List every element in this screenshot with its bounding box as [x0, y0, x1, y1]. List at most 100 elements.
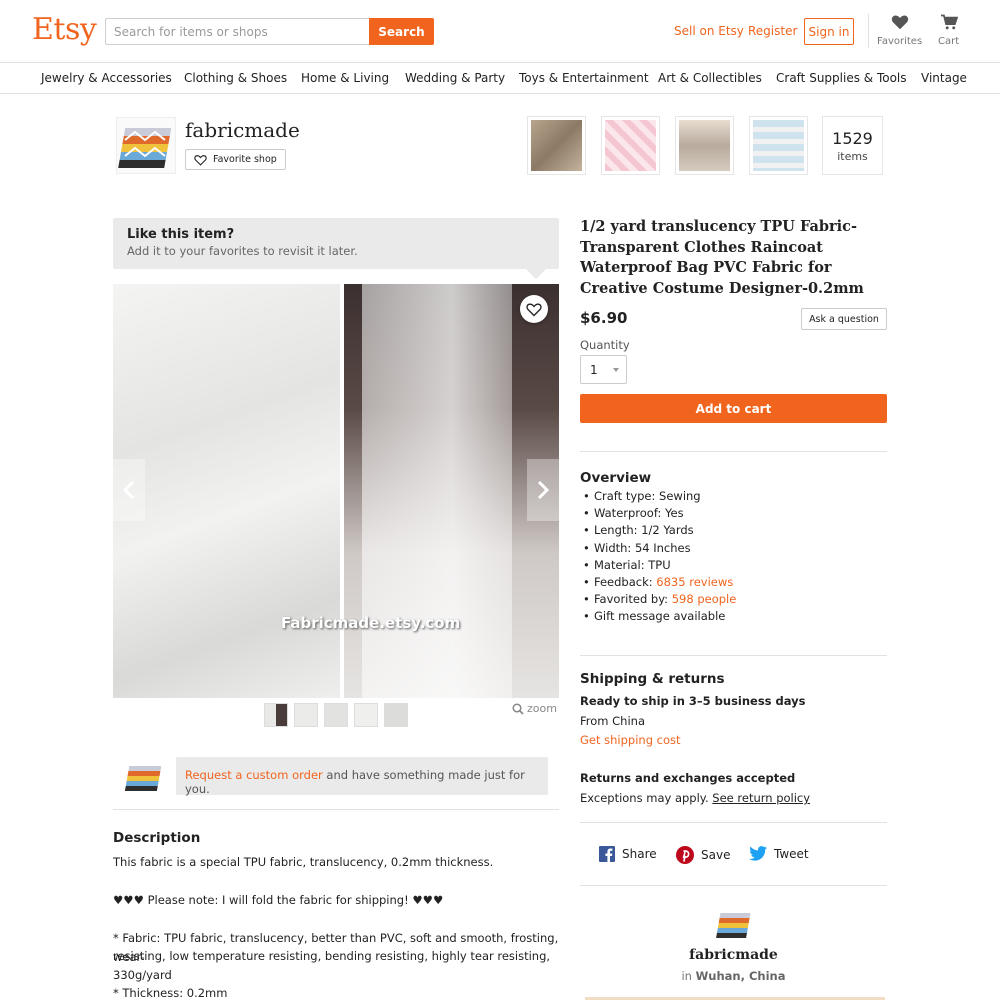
- overview-favorited: Favorited by: 598 people: [583, 591, 883, 608]
- overview-width: Width: 54 Inches: [583, 540, 883, 557]
- category-craft[interactable]: Craft Supplies & Tools: [776, 71, 907, 85]
- return-exceptions: Exceptions may apply. See return policy: [580, 791, 810, 805]
- shop-items-count[interactable]: 1529 items: [822, 116, 883, 175]
- shop-thumbnail-2[interactable]: [601, 116, 660, 175]
- thumbnail-image: [605, 120, 656, 171]
- heart-outline-icon: [194, 154, 207, 166]
- site-header: Etsy Search Sell on Etsy Register Sign i…: [0, 0, 1000, 63]
- category-clothing[interactable]: Clothing & Shoes: [184, 71, 287, 85]
- ask-a-question-button[interactable]: Ask a question: [801, 308, 887, 330]
- divider: [580, 885, 887, 886]
- category-toys[interactable]: Toys & Entertainment: [519, 71, 649, 85]
- overview-waterproof: Waterproof: Yes: [583, 505, 883, 522]
- ready-to-ship: Ready to ship in 3–5 business days: [580, 694, 806, 708]
- chevron-down-icon: [613, 368, 619, 372]
- previous-image-button[interactable]: [113, 459, 145, 521]
- get-shipping-cost-link[interactable]: Get shipping cost: [580, 733, 681, 747]
- cart-button[interactable]: Cart: [938, 14, 959, 47]
- description-line: 330g/yard: [113, 968, 172, 982]
- divider: [580, 655, 887, 656]
- return-policy-link[interactable]: See return policy: [712, 791, 810, 805]
- category-home[interactable]: Home & Living: [301, 71, 389, 85]
- shop-location: in Wuhan, China: [580, 969, 887, 983]
- shop-thumbnail-4[interactable]: [749, 116, 808, 175]
- overview-material: Material: TPU: [583, 557, 883, 574]
- divider: [580, 451, 887, 452]
- save-label: Save: [701, 848, 731, 862]
- category-art[interactable]: Art & Collectibles: [658, 71, 762, 85]
- twitter-icon: [749, 846, 767, 861]
- category-jewelry[interactable]: Jewelry & Accessories: [41, 71, 172, 85]
- items-count: 1529: [832, 129, 873, 148]
- quantity-value: 1: [590, 363, 598, 377]
- image-thumbnail[interactable]: [264, 703, 288, 727]
- footer-shop-name[interactable]: fabricmade: [580, 947, 887, 963]
- add-to-cart-button[interactable]: Add to cart: [580, 394, 887, 423]
- favorited-people-link[interactable]: 598 people: [672, 592, 737, 606]
- thumbnail-image: [679, 120, 730, 171]
- description-line: * Thickness: 0.2mm: [113, 986, 228, 1000]
- feedback-label: Feedback:: [594, 575, 657, 590]
- location-prefix: in: [681, 969, 696, 983]
- zoom-button[interactable]: zoom: [512, 702, 557, 715]
- tweet-button[interactable]: Tweet: [749, 846, 809, 861]
- category-wedding[interactable]: Wedding & Party: [405, 71, 505, 85]
- image-thumbnail[interactable]: [294, 703, 318, 727]
- fabric-photo: [113, 284, 340, 698]
- divider: [580, 822, 887, 823]
- chevron-left-icon: [122, 480, 135, 500]
- zoom-label: zoom: [527, 702, 557, 715]
- overview-title: Overview: [580, 470, 652, 486]
- etsy-logo[interactable]: Etsy: [32, 12, 97, 47]
- share-button[interactable]: Share: [599, 846, 657, 862]
- like-box-pointer: [526, 269, 546, 279]
- cart-icon: [940, 14, 958, 30]
- overview-list: Craft type: Sewing Waterproof: Yes Lengt…: [583, 488, 883, 626]
- shop-thumbnail-1[interactable]: [527, 116, 586, 175]
- description-line: This fabric is a special TPU fabric, tra…: [113, 855, 494, 869]
- chevron-right-icon: [537, 480, 550, 500]
- shop-name[interactable]: fabricmade: [185, 118, 300, 142]
- shop-logo-image: [124, 766, 162, 791]
- sign-in-button[interactable]: Sign in: [804, 18, 854, 45]
- search-button[interactable]: Search: [369, 18, 434, 45]
- tweet-label: Tweet: [774, 846, 809, 861]
- shop-logo-small[interactable]: [715, 910, 753, 942]
- search-input[interactable]: [105, 18, 369, 45]
- next-image-button[interactable]: [527, 459, 559, 521]
- favorite-shop-label: Favorite shop: [213, 154, 277, 165]
- favorite-shop-button[interactable]: Favorite shop: [185, 149, 286, 170]
- favorited-label: Favorited by:: [594, 592, 672, 607]
- custom-order-box: Request a custom order and have somethin…: [176, 757, 548, 796]
- overview-length: Length: 1/2 Yards: [583, 522, 883, 539]
- share-label: Share: [622, 847, 657, 861]
- heart-outline-icon: [526, 302, 542, 316]
- pinterest-icon: [676, 846, 694, 864]
- overview-craft-type: Craft type: Sewing: [583, 488, 883, 505]
- shop-logo-image: [117, 118, 175, 173]
- location-value: Wuhan, China: [695, 969, 786, 983]
- sell-on-etsy-link[interactable]: Sell on Etsy: [674, 24, 744, 38]
- favorite-item-button[interactable]: [520, 295, 548, 323]
- reviews-link[interactable]: 6835 reviews: [656, 575, 733, 589]
- shop-thumbnail-3[interactable]: [675, 116, 734, 175]
- shop-logo[interactable]: [116, 117, 176, 174]
- register-link[interactable]: Register: [748, 24, 797, 38]
- category-nav: Jewelry & Accessories Clothing & Shoes H…: [0, 63, 1000, 94]
- request-custom-order-link[interactable]: Request a custom order: [185, 768, 323, 782]
- listing-image[interactable]: Fabricmade.etsy.com: [113, 284, 559, 698]
- returns-accepted: Returns and exchanges accepted: [580, 771, 796, 785]
- description-title: Description: [113, 830, 201, 846]
- favorites-button[interactable]: Favorites: [877, 14, 922, 47]
- save-button[interactable]: Save: [676, 846, 730, 864]
- divider: [113, 809, 559, 810]
- heart-icon: [891, 15, 908, 30]
- category-vintage[interactable]: Vintage: [921, 71, 967, 85]
- image-thumbnail[interactable]: [324, 703, 348, 727]
- description-line: resisting, low temperature resisting, be…: [113, 949, 551, 963]
- image-thumbnail[interactable]: [384, 703, 408, 727]
- image-thumbnail[interactable]: [354, 703, 378, 727]
- quantity-select[interactable]: 1: [580, 355, 627, 384]
- listing-title: 1/2 yard translucency TPU Fabric- Transp…: [580, 218, 864, 297]
- like-this-item-box: Like this item? Add it to your favorites…: [113, 218, 559, 269]
